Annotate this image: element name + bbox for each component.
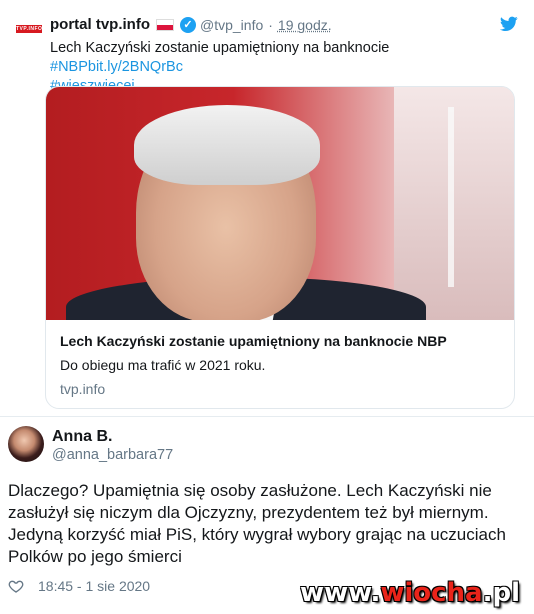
card-image [46,87,514,320]
watermark-suffix: .pl [482,578,520,608]
quoted-author-handle[interactable]: @tvp_info [200,17,263,33]
avatar[interactable] [8,426,44,462]
twitter-bird-icon[interactable] [500,16,518,32]
quoted-author-name[interactable]: portal tvp.info [50,16,150,33]
watermark-name: wiocha [380,578,483,608]
poland-flag-icon [156,18,174,31]
tweet-timestamp[interactable]: 18:45 - 1 sie 2020 [38,578,150,594]
quoted-tweet-header: portal tvp.info ✓ @tvp_info · 19 godz. [50,16,332,33]
link-preview-card[interactable]: Lech Kaczyński zostanie upamiętniony na … [45,86,515,409]
card-description: Do obiegu ma trafić w 2021 roku. [60,357,266,373]
hashtag-link-nbp[interactable]: #NBPbit.ly/2BNQrBc [50,59,183,75]
logo-text: TVP.INFO [16,25,43,33]
tvp-info-logo[interactable]: TVP.INFO [14,14,44,44]
author-handle[interactable]: @anna_barbara77 [52,447,173,463]
watermark: www.wiocha.pl [300,578,520,608]
card-title: Lech Kaczyński zostanie upamiętniony na … [60,333,447,349]
separator: · [268,16,273,33]
heart-icon[interactable] [8,578,24,594]
card-domain: tvp.info [60,381,106,397]
quoted-text-plain: Lech Kaczyński zostanie upamiętniony na … [50,40,390,56]
tweet-footer: 18:45 - 1 sie 2020 [8,578,150,594]
watermark-prefix: www. [300,578,381,608]
verified-badge-icon: ✓ [180,16,196,33]
divider [0,416,534,417]
author-name[interactable]: Anna B. [52,428,112,446]
quoted-timestamp[interactable]: 19 godz. [278,17,332,33]
tweet-text: Dlaczego? Upamiętnia się osoby zasłużone… [8,481,506,566]
